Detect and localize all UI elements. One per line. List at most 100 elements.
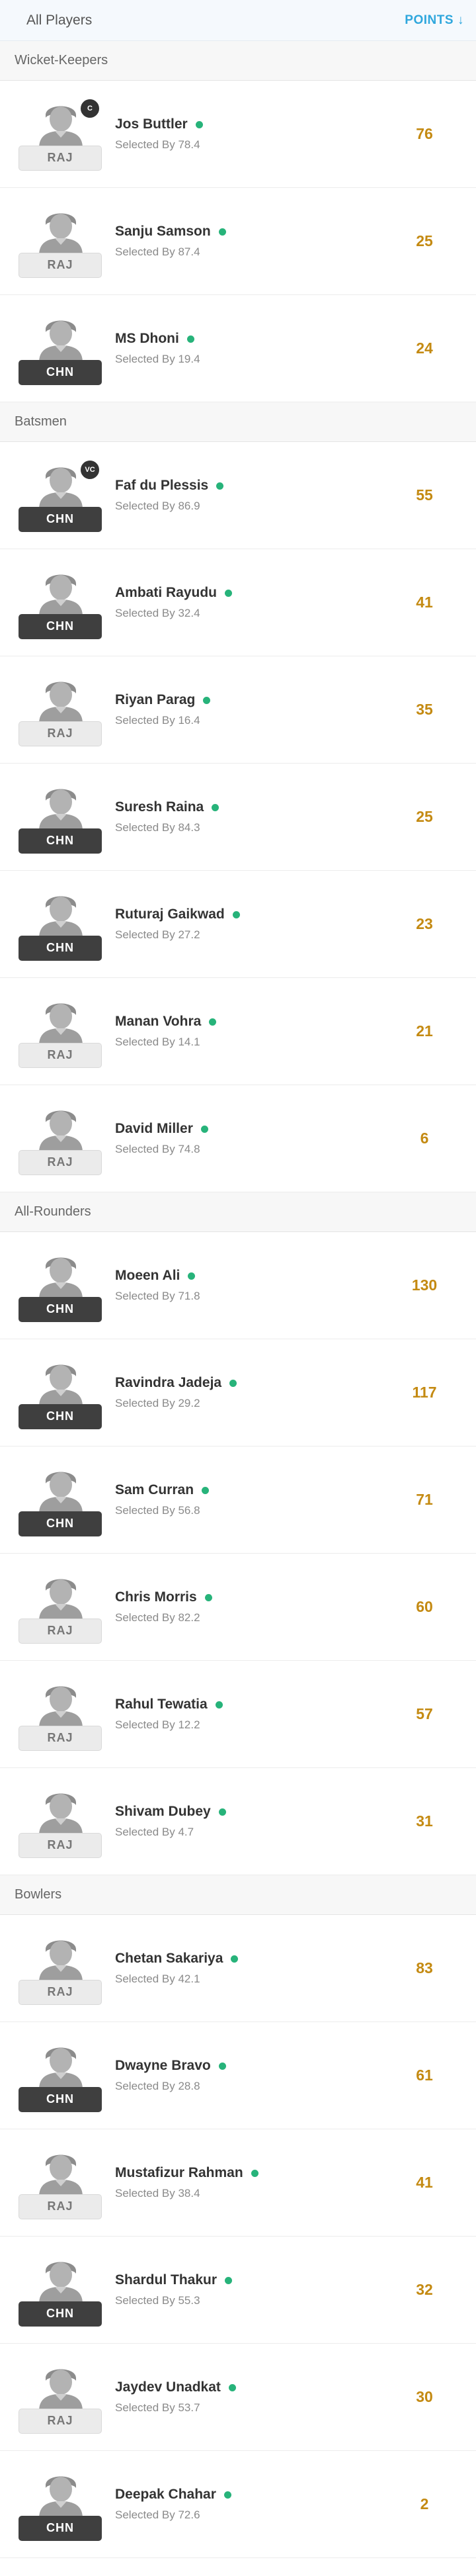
player-name: Mustafizur Rahman	[115, 2165, 243, 2180]
player-name: Sam Curran	[115, 1482, 194, 1497]
player-row[interactable]: CHN Ruturaj Gaikwad Selected By 27.2 23	[0, 871, 476, 978]
selected-by: Selected By 72.6	[115, 2509, 200, 2521]
selected-by: Selected By 27.2	[115, 928, 200, 941]
sort-by-points-button[interactable]: POINTS ↓	[405, 13, 464, 28]
player-name: Ambati Rayudu	[115, 585, 218, 600]
selected-by: Selected By 42.1	[115, 1973, 200, 1985]
player-row[interactable]: CHN Ambati Rayudu Selected By 32.4 41	[0, 549, 476, 656]
player-name: Chetan Sakariya	[115, 1951, 223, 1966]
playing-status-dot	[215, 1701, 223, 1709]
player-row[interactable]: RAJ Rahul Tewatia Selected By 12.2 57	[0, 1661, 476, 1768]
player-name: Manan Vohra	[115, 1014, 202, 1029]
player-row[interactable]: RAJ Chetan Sakariya Selected By 42.1 83	[0, 1915, 476, 2022]
player-info: Shivam Dubey Selected By 4.7	[115, 1804, 385, 1839]
player-points: 21	[416, 1022, 433, 1040]
team-tag: CHN	[19, 613, 102, 639]
player-row[interactable]: VC CHN Faf du Plessis Selected By 86.9 55	[0, 442, 476, 549]
player-name: Ravindra Jadeja	[115, 1375, 222, 1390]
selected-by: Selected By 38.4	[115, 2187, 200, 2199]
team-tag: CHN	[19, 1403, 102, 1429]
player-info: Mustafizur Rahman Selected By 38.4	[115, 2165, 385, 2200]
player-row[interactable]: CHN Deepak Chahar Selected By 72.6 2	[0, 2451, 476, 2558]
player-row[interactable]: CHN Moeen Ali Selected By 71.8 130	[0, 1232, 476, 1339]
team-tag: CHN	[19, 1511, 102, 1536]
player-points: 41	[416, 594, 433, 611]
player-info: Riyan Parag Selected By 16.4	[115, 692, 385, 727]
team-tag: RAJ	[19, 145, 102, 171]
player-avatar: C RAJ	[19, 97, 102, 171]
player-row[interactable]: CHN Dwayne Bravo Selected By 28.8 61	[0, 2022, 476, 2129]
player-info: Jos Buttler Selected By 78.4	[115, 116, 385, 152]
player-avatar: CHN	[19, 2254, 102, 2327]
selected-by: Selected By 56.8	[115, 1504, 200, 1517]
player-row[interactable]: RAJ Mustafizur Rahman Selected By 38.4 41	[0, 2129, 476, 2237]
player-avatar: CHN	[19, 781, 102, 854]
team-tag: CHN	[19, 935, 102, 961]
player-info: Shardul Thakur Selected By 55.3	[115, 2272, 385, 2307]
player-avatar: CHN	[19, 1356, 102, 1429]
player-row[interactable]: RAJ Manan Vohra Selected By 14.1 21	[0, 978, 476, 1085]
player-silhouette-icon	[39, 467, 83, 510]
player-avatar: RAJ	[19, 1571, 102, 1644]
player-name: Sanju Samson	[115, 224, 211, 239]
player-info: Suresh Raina Selected By 84.3	[115, 799, 385, 834]
player-list: Wicket-Keepers C RAJ Jos Buttler Selected By…	[0, 41, 476, 2558]
playing-status-dot	[232, 910, 240, 918]
player-avatar: CHN	[19, 2468, 102, 2541]
player-silhouette-icon	[39, 320, 83, 363]
role-badge: C	[79, 97, 100, 119]
team-tag: RAJ	[19, 1042, 102, 1068]
player-silhouette-icon	[39, 106, 83, 148]
selected-by: Selected By 86.9	[115, 500, 200, 512]
playing-status-dot	[186, 335, 194, 343]
player-row[interactable]: CHN Shardul Thakur Selected By 55.3 32	[0, 2237, 476, 2344]
player-silhouette-icon	[39, 789, 83, 831]
player-points: 25	[416, 232, 433, 249]
section-header: Bowlers	[0, 1875, 476, 1915]
player-row[interactable]: RAJ Chris Morris Selected By 82.2 60	[0, 1554, 476, 1661]
player-name: Faf du Plessis	[115, 478, 209, 493]
player-avatar: CHN	[19, 2039, 102, 2112]
player-row[interactable]: CHN Suresh Raina Selected By 84.3 25	[0, 764, 476, 871]
section-header: All-Rounders	[0, 1192, 476, 1232]
player-name: Rahul Tewatia	[115, 1697, 208, 1712]
player-info: Ambati Rayudu Selected By 32.4	[115, 585, 385, 620]
player-silhouette-icon	[39, 1257, 83, 1300]
player-info: Jaydev Unadkat Selected By 53.7	[115, 2379, 385, 2415]
player-row[interactable]: RAJ Sanju Samson Selected By 87.4 25	[0, 188, 476, 295]
player-points: 76	[416, 125, 433, 142]
player-row[interactable]: RAJ Riyan Parag Selected By 16.4 35	[0, 656, 476, 764]
player-points: 130	[411, 1276, 438, 1294]
player-silhouette-icon	[39, 213, 83, 255]
player-name: Shivam Dubey	[115, 1804, 211, 1819]
playing-status-dot	[212, 803, 219, 811]
player-row[interactable]: CHN MS Dhoni Selected By 19.4 24	[0, 295, 476, 402]
player-name: Chris Morris	[115, 1589, 197, 1605]
player-points: 35	[416, 701, 433, 718]
player-name: Jaydev Unadkat	[115, 2379, 221, 2395]
playing-status-dot	[218, 228, 226, 236]
team-tag: CHN	[19, 2515, 102, 2541]
player-avatar: CHN	[19, 1249, 102, 1322]
player-points: 57	[416, 1705, 433, 1722]
player-row[interactable]: C RAJ Jos Buttler Selected By 78.4 76	[0, 81, 476, 188]
team-tag: RAJ	[19, 1832, 102, 1858]
player-name: Suresh Raina	[115, 799, 204, 815]
selected-by: Selected By 32.4	[115, 607, 200, 619]
player-info: Sanju Samson Selected By 87.4	[115, 224, 385, 259]
player-silhouette-icon	[39, 1686, 83, 1728]
player-row[interactable]: CHN Sam Curran Selected By 56.8 71	[0, 1446, 476, 1554]
selected-by: Selected By 29.2	[115, 1397, 200, 1409]
player-avatar: RAJ	[19, 1785, 102, 1858]
player-row[interactable]: RAJ Jaydev Unadkat Selected By 53.7 30	[0, 2344, 476, 2451]
selected-by: Selected By 14.1	[115, 1036, 200, 1048]
player-row[interactable]: RAJ Shivam Dubey Selected By 4.7 31	[0, 1768, 476, 1875]
player-row[interactable]: CHN Ravindra Jadeja Selected By 29.2 117	[0, 1339, 476, 1446]
playing-status-dot	[225, 589, 233, 597]
player-points: 25	[416, 808, 433, 825]
section-header: Wicket-Keepers	[0, 41, 476, 81]
selected-by: Selected By 78.4	[115, 138, 200, 151]
player-row[interactable]: RAJ David Miller Selected By 74.8 6	[0, 1085, 476, 1192]
playing-status-dot	[188, 1272, 196, 1280]
team-tag: RAJ	[19, 1618, 102, 1644]
